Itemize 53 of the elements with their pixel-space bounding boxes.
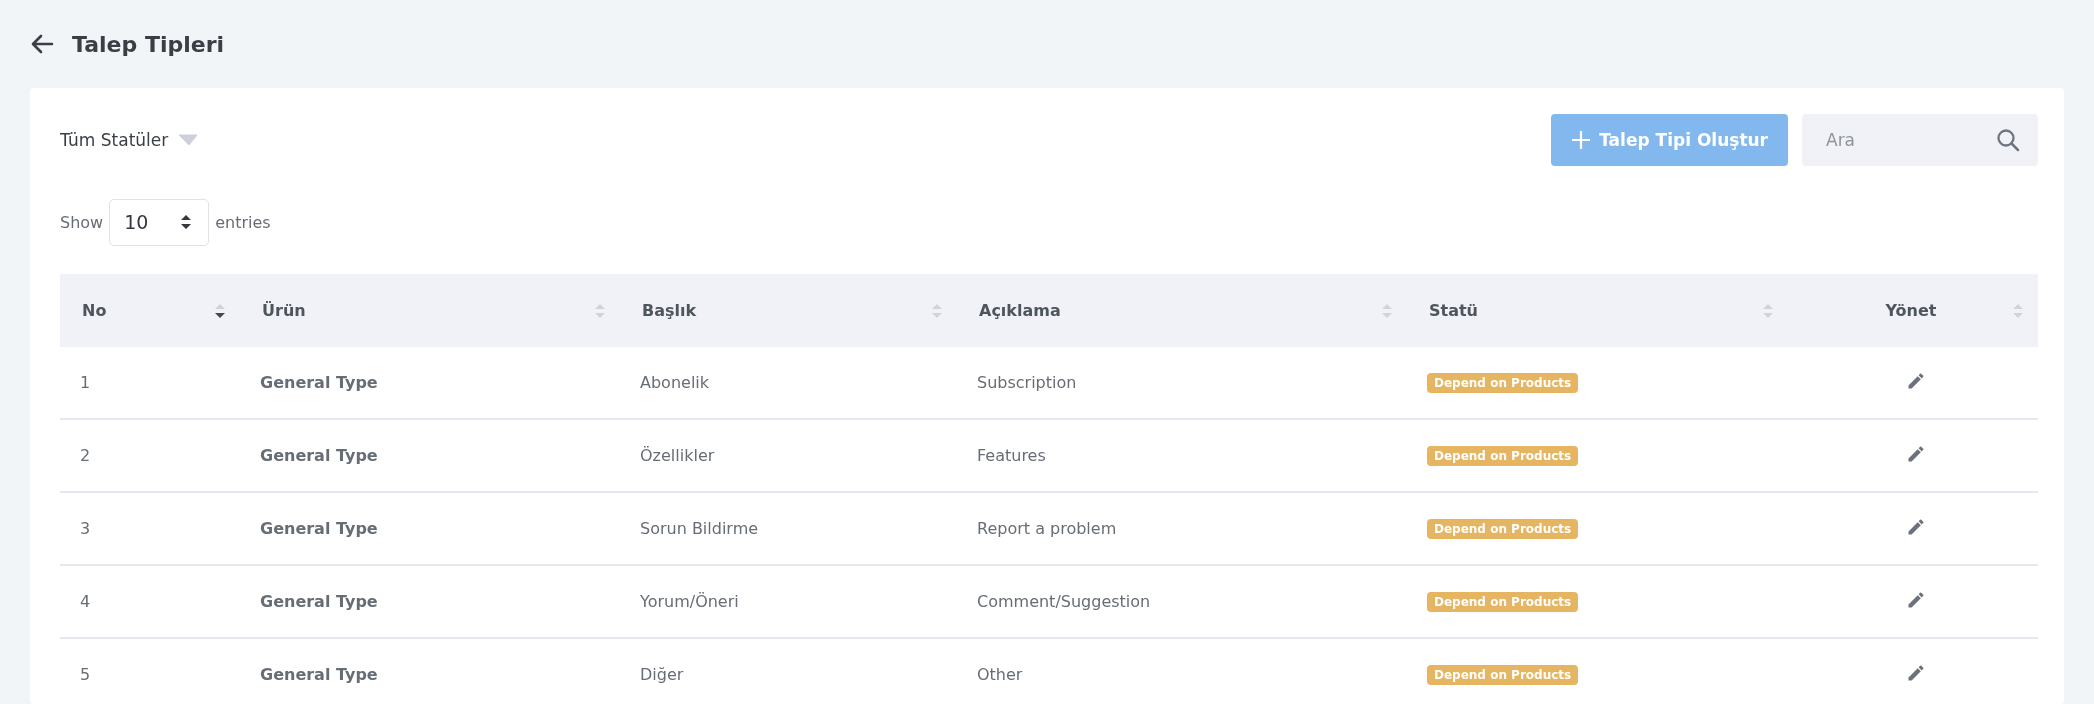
pencil-icon: [1906, 370, 1926, 391]
column-header[interactable]: Yönet: [1788, 274, 2038, 347]
table-cell: Comment/Suggestion: [957, 565, 1407, 638]
table-cell: 4: [60, 565, 240, 638]
edit-button[interactable]: [1906, 589, 1926, 610]
status-badge: Depend on Products: [1427, 665, 1579, 685]
table-cell: General Type: [240, 419, 620, 492]
edit-button[interactable]: [1906, 443, 1926, 464]
search-icon: [1996, 128, 2020, 152]
column-header[interactable]: Açıklama: [957, 274, 1407, 347]
table-cell: Yorum/Öneri: [620, 565, 957, 638]
status-badge: Depend on Products: [1427, 373, 1579, 393]
table-cell: Other: [957, 638, 1407, 704]
sort-icon[interactable]: [214, 301, 226, 320]
pencil-icon: [1906, 662, 1926, 683]
table-cell: Features: [957, 419, 1407, 492]
pencil-icon: [1906, 443, 1926, 464]
table-cell: 3: [60, 492, 240, 565]
page-length-select[interactable]: 10: [109, 198, 210, 246]
table-cell: General Type: [240, 347, 620, 419]
table-cell: 5: [60, 638, 240, 704]
table-cell: Subscription: [957, 347, 1407, 419]
status-filter-dropdown[interactable]: Tüm Statüler: [60, 130, 199, 150]
pencil-icon: [1906, 589, 1926, 610]
table-cell: General Type: [240, 565, 620, 638]
column-header[interactable]: Başlık: [620, 274, 957, 347]
plus-icon: [1571, 130, 1592, 150]
table-cell: Diğer: [620, 638, 957, 704]
table-cell: Abonelik: [620, 347, 957, 419]
table-cell: Özellikler: [620, 419, 957, 492]
table-cell: General Type: [240, 492, 620, 565]
back-arrow-icon[interactable]: [30, 34, 54, 54]
table-cell: 2: [60, 419, 240, 492]
page-title: Talep Tipleri: [72, 31, 225, 57]
entries-label: entries: [215, 212, 271, 232]
column-header[interactable]: Ürün: [240, 274, 620, 347]
status-badge: Depend on Products: [1427, 592, 1579, 612]
table-cell: General Type: [240, 638, 620, 704]
status-badge: Depend on Products: [1427, 446, 1579, 466]
up-down-caret-icon: [180, 213, 193, 231]
pencil-icon: [1906, 516, 1926, 537]
table-cell: Sorun Bildirme: [620, 492, 957, 565]
edit-button[interactable]: [1906, 662, 1926, 683]
table-cell: 1: [60, 347, 240, 419]
column-header[interactable]: Statü: [1407, 274, 1788, 347]
edit-button[interactable]: [1906, 370, 1926, 391]
edit-button[interactable]: [1906, 516, 1926, 537]
caret-icon: [178, 134, 199, 146]
status-badge: Depend on Products: [1427, 519, 1579, 539]
search-field[interactable]: Ara: [1802, 114, 2038, 166]
column-header[interactable]: No: [60, 274, 240, 347]
show-label: Show: [60, 212, 104, 232]
table-cell: Report a problem: [957, 492, 1407, 565]
